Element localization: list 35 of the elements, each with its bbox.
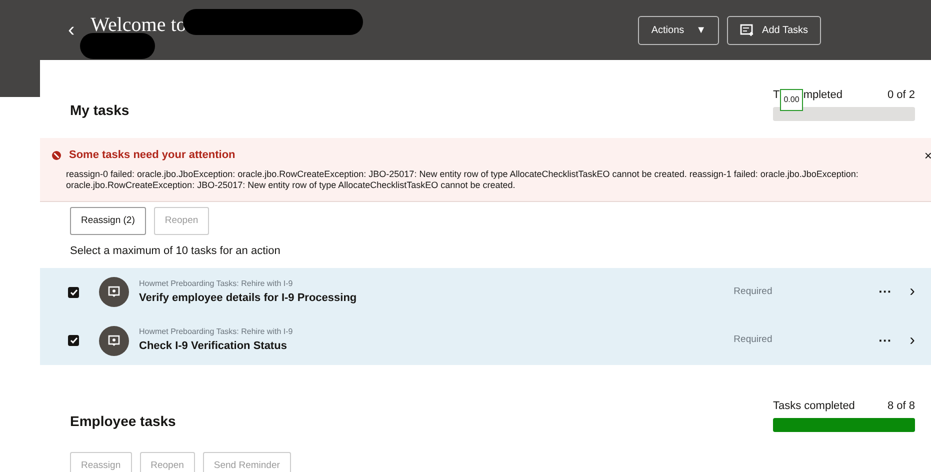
task-row[interactable]: Howmet Preboarding Tasks: Rehire with I-9 Verify employee details for I-9 Processing Required ··· › — [40, 268, 931, 316]
progress-label: mpleted — [803, 88, 842, 102]
progress-count: 8 of 8 — [887, 398, 915, 414]
hint-text: Select a maximum of 10 tasks for an action — [69, 244, 282, 260]
caret-icon: ▼ — [696, 22, 706, 38]
task-title: Check I-9 Verification Status — [139, 339, 288, 354]
action-button[interactable]: Reassign (2) — [70, 207, 146, 236]
checkbox[interactable] — [68, 286, 79, 298]
alert-message: reassign-0 failed: oracle.jbo.JboException: oracle.jbo.RowCreateException: JBO-25017: New entity row of type AllocateChecklistTaskEO cannot be created. reassign-1 failed: oracle.jbo.JboException: oracle.jbo.RowCreateException: JBO-25017: New entity row of type AllocateChecklistTaskEO cannot be created. — [65, 168, 860, 191]
progress-label: T — [773, 88, 780, 102]
header-button[interactable]: Add Tasks — [727, 16, 821, 44]
task-category: Howmet Preboarding Tasks: Rehire with I-9 — [139, 326, 294, 338]
task-status: Required — [734, 333, 774, 348]
value-tooltip: 0.00 — [780, 89, 804, 111]
more-button[interactable]: ··· — [878, 282, 892, 302]
alert-title: Some tasks need your attention — [69, 148, 236, 163]
task-title: Verify employee details for I-9 Processing — [139, 290, 358, 306]
header-button[interactable]: Actions ▼ — [638, 16, 720, 44]
progress-label: Tasks completed — [773, 398, 855, 414]
section-title: Employee tasks — [70, 412, 176, 432]
task-category: Howmet Preboarding Tasks: Rehire with I-9 — [139, 278, 294, 290]
section-title: My tasks — [70, 101, 130, 120]
task-row[interactable]: Howmet Preboarding Tasks: Rehire with I-9 Check I-9 Verification Status Required ··· › — [40, 316, 931, 365]
checkbox[interactable] — [68, 335, 79, 346]
add-list-icon — [740, 24, 754, 36]
task-status: Required — [734, 284, 774, 299]
progress-count: 0 of 2 — [887, 88, 915, 102]
chevron-icon: › — [910, 328, 915, 352]
close-button[interactable]: × — [924, 146, 931, 166]
error-icon — [52, 150, 61, 160]
task-icon — [99, 326, 129, 356]
more-button[interactable]: ··· — [878, 330, 892, 350]
task-icon — [99, 277, 129, 307]
chevron-icon: › — [910, 280, 915, 304]
back-button[interactable]: ‹ — [68, 15, 75, 45]
